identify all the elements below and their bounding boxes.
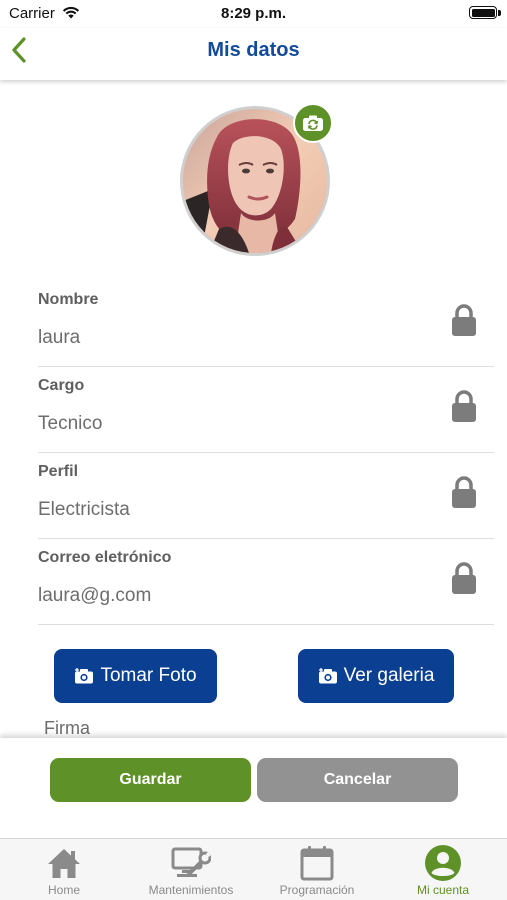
- battery-icon: [469, 6, 497, 19]
- lock-icon: [452, 304, 476, 336]
- field-value: Electricista: [38, 499, 130, 520]
- tab-mantenimientos[interactable]: Mantenimientos: [138, 839, 244, 900]
- status-time: 8:29 p.m.: [220, 5, 287, 22]
- take-photo-label: Tomar Foto: [100, 665, 197, 686]
- field-correo: Correo eletrónico laura@g.com: [38, 539, 494, 625]
- lock-icon: [452, 390, 476, 422]
- field-label: Correo eletrónico: [38, 549, 172, 566]
- account-icon: [425, 845, 461, 881]
- page-title: Mis datos: [207, 39, 300, 61]
- field-label: Nombre: [38, 291, 99, 308]
- maintenance-icon: [171, 847, 211, 877]
- status-bar: Carrier 8:29 p.m.: [0, 0, 507, 28]
- tab-label: Programación: [279, 883, 355, 897]
- field-nombre: Nombre laura: [38, 281, 494, 367]
- tab-label: Home: [47, 883, 80, 897]
- take-photo-button[interactable]: Tomar Foto: [54, 649, 217, 703]
- field-value: laura: [38, 327, 81, 348]
- view-gallery-button[interactable]: Ver galeria: [298, 649, 454, 703]
- field-label: Perfil: [38, 463, 79, 480]
- field-label: Cargo: [38, 377, 85, 394]
- profile-photo-section: [180, 103, 333, 256]
- tab-label: Mi cuenta: [416, 883, 470, 897]
- view-gallery-label: Ver galeria: [343, 665, 435, 686]
- change-photo-button[interactable]: [293, 103, 333, 143]
- camera-switch-icon: [303, 115, 323, 131]
- lock-icon: [452, 562, 476, 594]
- navigation-bar: Mis datos: [0, 28, 507, 80]
- field-value: Tecnico: [38, 413, 103, 434]
- signature-label: Firma: [44, 718, 90, 738]
- field-perfil: Perfil Electricista: [38, 453, 494, 539]
- tab-home[interactable]: Home: [30, 839, 98, 900]
- cancel-button[interactable]: Cancelar: [257, 758, 458, 802]
- field-value: laura@g.com: [38, 585, 152, 606]
- camera-icon: [318, 668, 337, 684]
- save-button[interactable]: Guardar: [50, 758, 251, 802]
- home-icon: [48, 849, 80, 878]
- camera-icon: [75, 668, 94, 684]
- action-panel: Guardar Cancelar: [0, 738, 507, 838]
- tab-programacion[interactable]: Programación: [268, 839, 366, 900]
- lock-icon: [452, 476, 476, 508]
- tab-mi-cuenta[interactable]: Mi cuenta: [408, 839, 478, 900]
- calendar-icon: [300, 846, 334, 881]
- field-cargo: Cargo Tecnico: [38, 367, 494, 453]
- tab-bar: Home Mantenimientos Programación Mi cuen…: [0, 838, 507, 900]
- tab-label: Mantenimientos: [148, 883, 234, 897]
